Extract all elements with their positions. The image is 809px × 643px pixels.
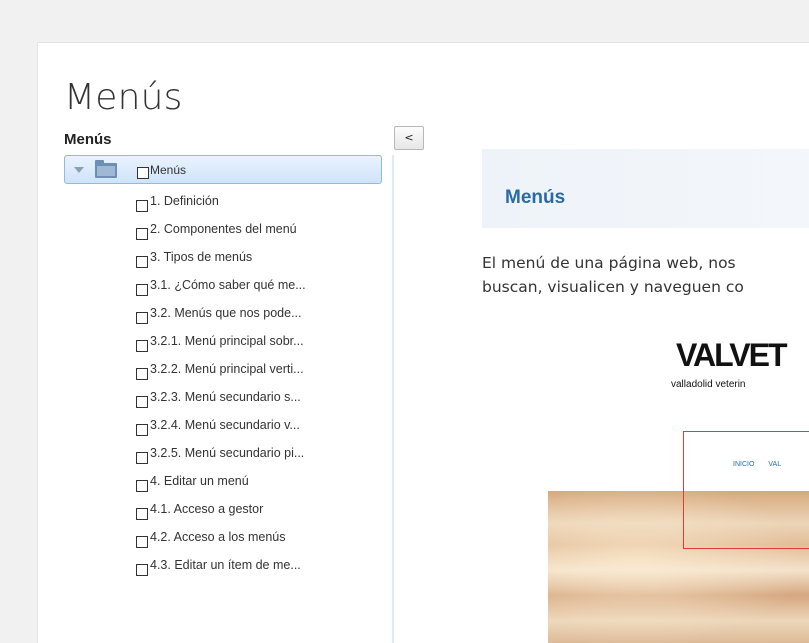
toc-item[interactable]: 3.2.4. Menú secundario v... bbox=[136, 413, 396, 439]
toc-item-label: 4.2. Acceso a los menús bbox=[150, 530, 286, 544]
toc-item-label: 3.2.1. Menú principal sobr... bbox=[150, 334, 304, 348]
paragraph-line: buscan, visualicen y naveguen co bbox=[482, 278, 744, 296]
paragraph-line: El menú de una página web, nos bbox=[482, 254, 736, 272]
toc-item[interactable]: 3.2. Menús que nos pode... bbox=[136, 301, 396, 327]
section-title: Menús bbox=[505, 187, 566, 208]
nav-item: INICIO bbox=[733, 461, 755, 468]
toc-item-checkbox[interactable] bbox=[136, 536, 148, 548]
toc-item-checkbox[interactable] bbox=[136, 368, 148, 380]
toc-item-label: 2. Componentes del menú bbox=[150, 222, 297, 236]
valvet-logo: VALVET bbox=[676, 337, 787, 373]
folder-icon bbox=[95, 160, 117, 178]
toc-item[interactable]: 4. Editar un menú bbox=[136, 469, 396, 495]
page-title: Menús bbox=[64, 77, 183, 118]
toc-item-label: 3.2.2. Menú principal verti... bbox=[150, 362, 304, 376]
highlighted-menu-box bbox=[683, 431, 809, 549]
toc-item[interactable]: 4.3. Editar un ítem de me... bbox=[136, 553, 396, 579]
toc-item[interactable]: 3. Tipos de menús bbox=[136, 245, 396, 271]
toc-root-checkbox[interactable] bbox=[137, 167, 149, 179]
toc-item-label: 1. Definición bbox=[150, 194, 219, 208]
toc-item-checkbox[interactable] bbox=[136, 480, 148, 492]
toc-item-label: 4. Editar un menú bbox=[150, 474, 249, 488]
logo-subtitle: valladolid veterin bbox=[671, 379, 746, 390]
toc-item-checkbox[interactable] bbox=[136, 508, 148, 520]
toc-root-label: Menús bbox=[150, 163, 187, 177]
toc-heading: Menús bbox=[64, 131, 112, 148]
toc-item[interactable]: 1. Definición bbox=[136, 189, 396, 215]
toc-item-checkbox[interactable] bbox=[136, 200, 148, 212]
toc-item-checkbox[interactable] bbox=[136, 228, 148, 240]
intro-paragraph: El menú de una página web, nos buscan, v… bbox=[482, 251, 809, 299]
toc-item-label: 4.1. Acceso a gestor bbox=[150, 502, 264, 516]
toc-item-checkbox[interactable] bbox=[136, 564, 148, 576]
main-content: Menús El menú de una página web, nos bus… bbox=[482, 149, 809, 643]
toc-item-checkbox[interactable] bbox=[136, 396, 148, 408]
website-screenshot-image: VALVET valladolid veterin INICIO VAL bbox=[548, 329, 809, 643]
toc-item[interactable]: 4.1. Acceso a gestor bbox=[136, 497, 396, 523]
section-header: Menús bbox=[482, 149, 809, 228]
toc-item-label: 3.2.3. Menú secundario s... bbox=[150, 390, 301, 404]
toc-item[interactable]: 2. Componentes del menú bbox=[136, 217, 396, 243]
toc-root-item[interactable]: Menús bbox=[64, 155, 382, 184]
toc-item-label: 4.3. Editar un ítem de me... bbox=[150, 558, 301, 572]
toc-item[interactable]: 3.1. ¿Cómo saber qué me... bbox=[136, 273, 396, 299]
toc-item-checkbox[interactable] bbox=[136, 312, 148, 324]
toc-item-label: 3.2.5. Menú secundario pi... bbox=[150, 446, 305, 460]
toc-item-checkbox[interactable] bbox=[136, 284, 148, 296]
toc-item[interactable]: 4.2. Acceso a los menús bbox=[136, 525, 396, 551]
collapse-toc-button[interactable]: < bbox=[394, 126, 424, 150]
toc-item[interactable]: 3.2.1. Menú principal sobr... bbox=[136, 329, 396, 355]
toc-tree: Menús 1. Definición 2. Componentes del m… bbox=[64, 155, 394, 643]
content-card: Menús Menús < Menús 1. Definición 2. Com… bbox=[37, 42, 809, 643]
toc-item-checkbox[interactable] bbox=[136, 256, 148, 268]
website-nav-menu: INICIO VAL bbox=[733, 461, 795, 468]
toc-item-label: 3.1. ¿Cómo saber qué me... bbox=[150, 278, 306, 292]
toc-item-label: 3.2. Menús que nos pode... bbox=[150, 306, 302, 320]
toc-item[interactable]: 3.2.5. Menú secundario pi... bbox=[136, 441, 396, 467]
expand-triangle-icon[interactable] bbox=[74, 167, 84, 173]
toc-item-label: 3. Tipos de menús bbox=[150, 250, 253, 264]
toc-item-label: 3.2.4. Menú secundario v... bbox=[150, 418, 300, 432]
toc-item[interactable]: 3.2.2. Menú principal verti... bbox=[136, 357, 396, 383]
toc-item[interactable]: 3.2.3. Menú secundario s... bbox=[136, 385, 396, 411]
toc-item-checkbox[interactable] bbox=[136, 340, 148, 352]
nav-item: VAL bbox=[768, 461, 782, 468]
toc-item-checkbox[interactable] bbox=[136, 424, 148, 436]
toc-item-checkbox[interactable] bbox=[136, 452, 148, 464]
